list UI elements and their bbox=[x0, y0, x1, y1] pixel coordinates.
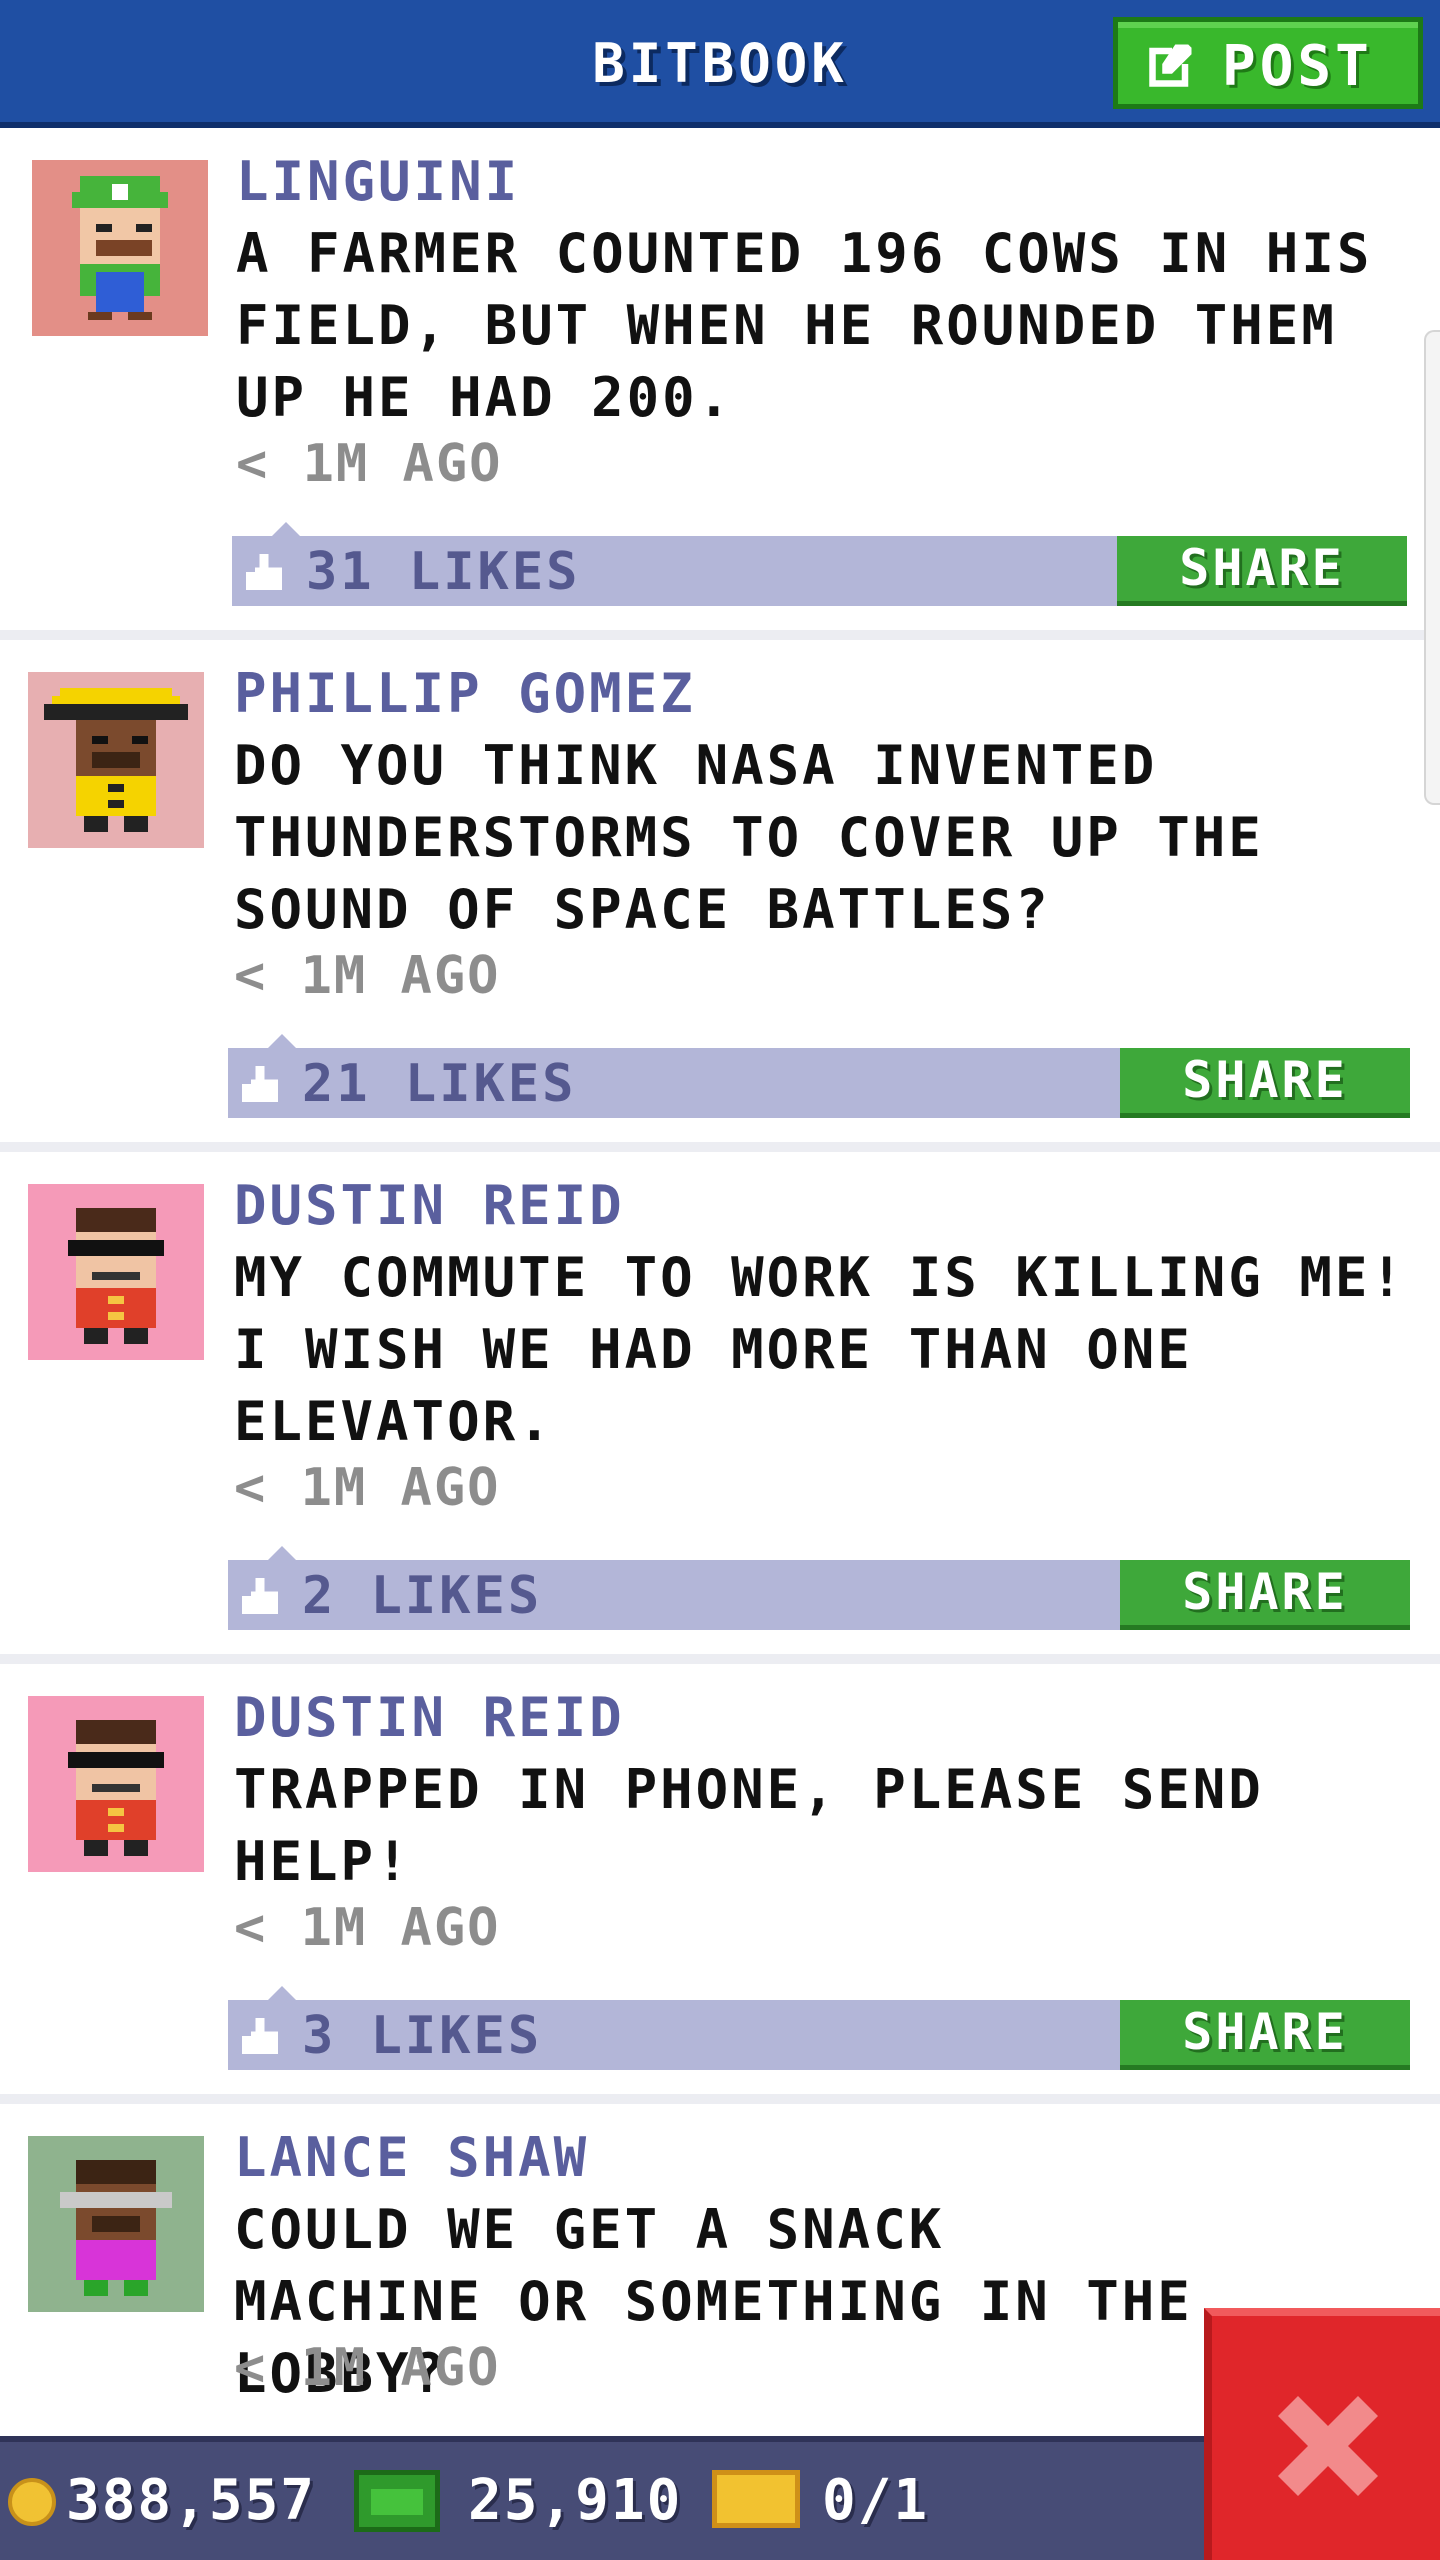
likes-count: 3 LIKES bbox=[302, 2006, 543, 2066]
avatar[interactable] bbox=[32, 160, 208, 336]
likes-bar-notch bbox=[268, 1546, 296, 1560]
close-icon bbox=[1278, 2396, 1378, 2496]
post-timestamp: < 1M AGO bbox=[236, 434, 503, 494]
likes-count: 31 LIKES bbox=[306, 542, 581, 602]
likes-bar: 2 LIKES SHARE bbox=[228, 1546, 1410, 1630]
likes-bar-notch bbox=[268, 1034, 296, 1048]
coin-icon bbox=[8, 2478, 56, 2526]
post-text: A FARMER COUNTED 196 COWS IN HIS FIELD, … bbox=[236, 222, 1373, 429]
feed-post: DUSTIN REID MY COMMUTE TO WORK IS KILLIN… bbox=[0, 1152, 1440, 1664]
avatar-image bbox=[28, 2136, 204, 2312]
post-timestamp: < 1M AGO bbox=[234, 2338, 501, 2398]
likes-bar-notch bbox=[268, 1986, 296, 2000]
thumbs-up-icon[interactable] bbox=[242, 1066, 278, 1102]
likes-count: 2 LIKES bbox=[302, 1566, 543, 1626]
post-timestamp: < 1M AGO bbox=[234, 1898, 501, 1958]
likes-bar-notch bbox=[272, 522, 300, 536]
tickets-count: 0/1 bbox=[822, 2468, 930, 2533]
scrollbar[interactable] bbox=[1424, 330, 1440, 805]
avatar[interactable] bbox=[28, 672, 204, 848]
avatar-image bbox=[28, 1696, 204, 1872]
avatar[interactable] bbox=[28, 2136, 204, 2312]
avatar-image bbox=[32, 160, 208, 336]
post-author[interactable]: PHILLIP GOMEZ bbox=[234, 662, 696, 725]
likes-bar: 31 LIKES SHARE bbox=[232, 522, 1407, 606]
share-button[interactable]: SHARE bbox=[1120, 1048, 1410, 1118]
thumbs-up-icon[interactable] bbox=[246, 554, 282, 590]
post-author[interactable]: LINGUINI bbox=[236, 150, 520, 213]
post-author[interactable]: DUSTIN REID bbox=[234, 1174, 625, 1237]
post-author[interactable]: LANCE SHAW bbox=[234, 2126, 589, 2189]
share-button[interactable]: SHARE bbox=[1117, 536, 1407, 606]
thumbs-up-icon[interactable] bbox=[242, 2018, 278, 2054]
avatar[interactable] bbox=[28, 1696, 204, 1872]
bux-icon bbox=[354, 2470, 440, 2532]
feed-post: DUSTIN REID TRAPPED IN PHONE, PLEASE SEN… bbox=[0, 1664, 1440, 2104]
feed-post: LINGUINI A FARMER COUNTED 196 COWS IN HI… bbox=[0, 128, 1440, 640]
post-author[interactable]: DUSTIN REID bbox=[234, 1686, 625, 1749]
post-timestamp: < 1M AGO bbox=[234, 946, 501, 1006]
post-text: TRAPPED IN PHONE, PLEASE SEND HELP! bbox=[234, 1758, 1264, 1893]
avatar-image bbox=[28, 1184, 204, 1360]
share-button[interactable]: SHARE bbox=[1120, 2000, 1410, 2070]
bux-count: 25,910 bbox=[468, 2468, 683, 2533]
feed-post: PHILLIP GOMEZ DO YOU THINK NASA INVENTED… bbox=[0, 640, 1440, 1152]
compose-icon bbox=[1149, 44, 1192, 87]
likes-bar: 21 LIKES SHARE bbox=[228, 1034, 1410, 1118]
post-button-label: POST bbox=[1222, 34, 1373, 99]
share-button[interactable]: SHARE bbox=[1120, 1560, 1410, 1630]
post-button[interactable]: POST bbox=[1113, 17, 1423, 109]
post-text: DO YOU THINK NASA INVENTED THUNDERSTORMS… bbox=[234, 734, 1264, 941]
avatar-image bbox=[28, 672, 204, 848]
ticket-icon bbox=[712, 2470, 800, 2528]
thumbs-up-icon[interactable] bbox=[242, 1578, 278, 1614]
close-button[interactable] bbox=[1204, 2308, 1440, 2560]
app-header: BITBOOK POST bbox=[0, 0, 1440, 128]
avatar[interactable] bbox=[28, 1184, 204, 1360]
likes-count: 21 LIKES bbox=[302, 1054, 577, 1114]
post-timestamp: < 1M AGO bbox=[234, 1458, 501, 1518]
coins-count: 388,557 bbox=[66, 2468, 317, 2533]
likes-bar: 3 LIKES SHARE bbox=[228, 1986, 1410, 2070]
post-text: MY COMMUTE TO WORK IS KILLING ME! I WISH… bbox=[234, 1246, 1406, 1453]
